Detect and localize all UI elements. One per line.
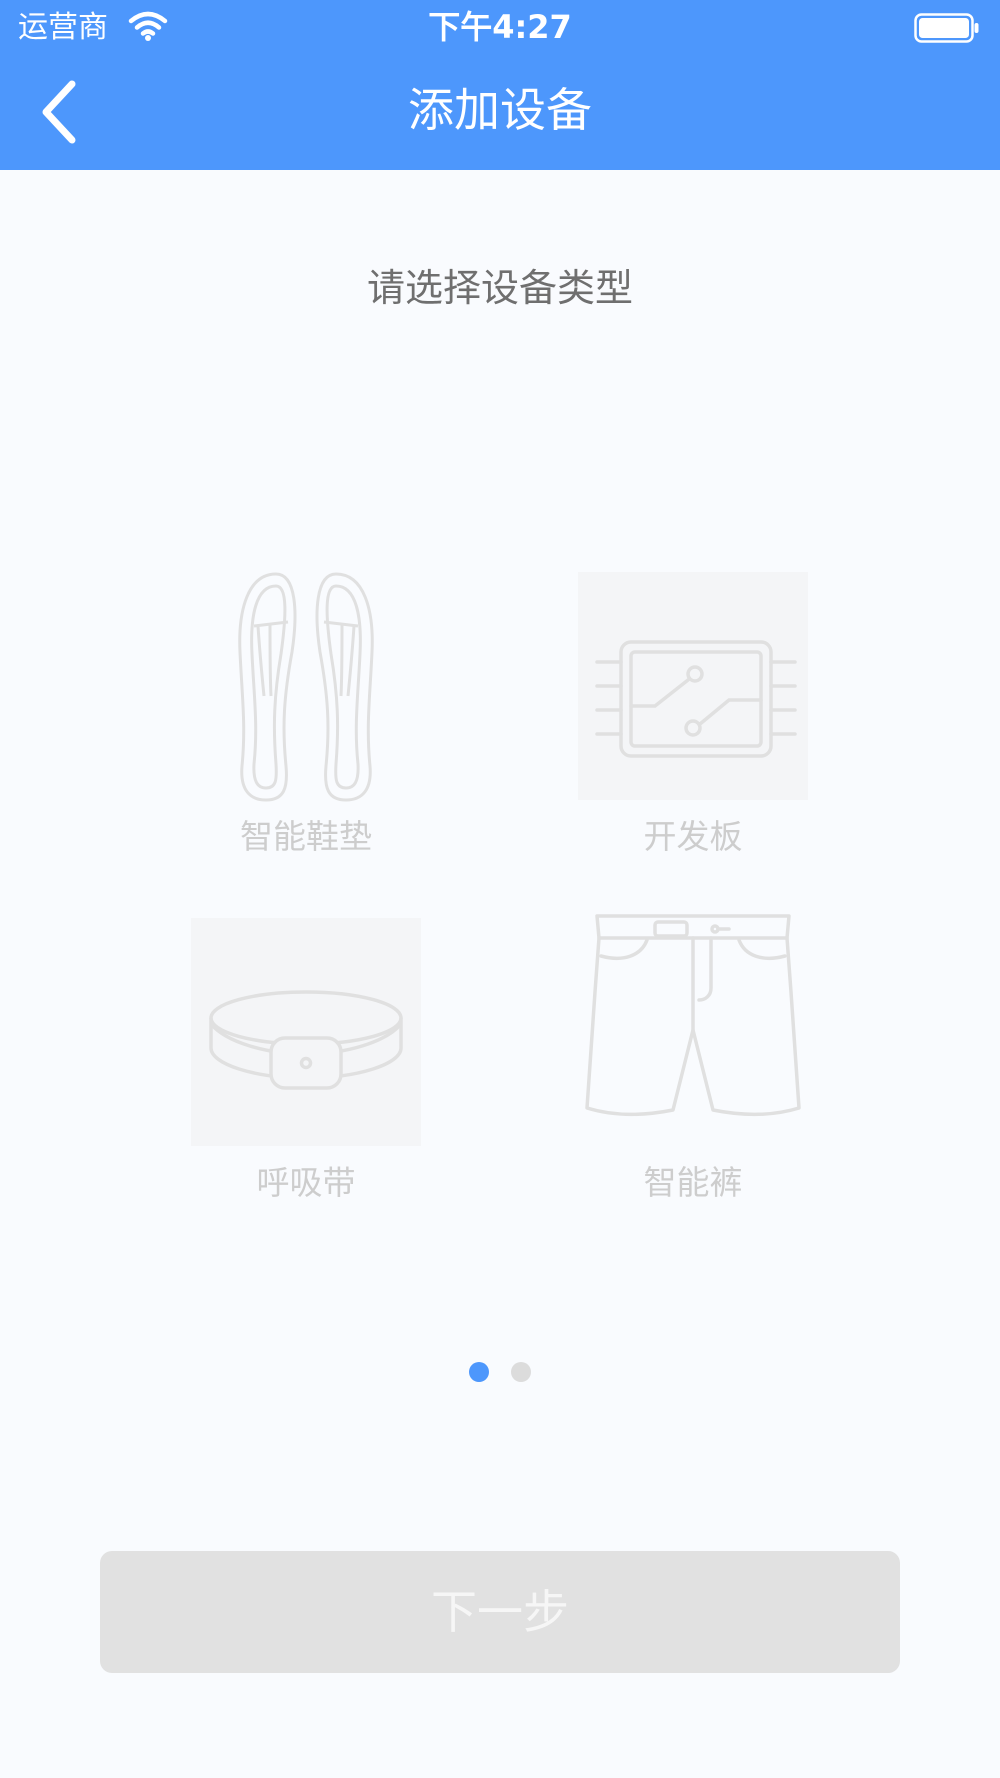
device-option-smart-shorts[interactable]: 智能裤	[563, 912, 823, 1212]
device-option-breathing-belt[interactable]: 呼吸带	[176, 912, 436, 1212]
status-bar: 运营商 下午4:27	[0, 0, 1000, 56]
device-label: 开发板	[643, 817, 743, 856]
top-bar: 运营商 下午4:27 添加设备	[0, 0, 1000, 170]
smart-shorts-icon	[585, 914, 801, 1116]
next-step-label: 下一步	[431, 1585, 569, 1639]
next-step-button[interactable]: 下一步	[100, 1551, 900, 1673]
circuit-board-icon	[578, 572, 808, 800]
page-indicator	[0, 1362, 1000, 1382]
device-option-dev-board[interactable]: 开发板	[563, 566, 823, 866]
battery-full-icon	[914, 13, 979, 43]
status-time: 下午4:27	[428, 8, 572, 46]
device-label: 智能鞋垫	[240, 817, 372, 856]
device-option-insoles[interactable]: 智能鞋垫	[176, 566, 436, 866]
page-dot-active[interactable]	[469, 1362, 489, 1382]
breathing-belt-icon	[191, 918, 421, 1146]
insoles-icon	[238, 572, 374, 802]
select-type-prompt: 请选择设备类型	[366, 266, 633, 310]
navigation-bar: 添加设备	[0, 56, 1000, 170]
device-label: 智能裤	[643, 1163, 743, 1202]
page-dot[interactable]	[511, 1362, 531, 1382]
page-title: 添加设备	[408, 83, 592, 137]
device-label: 呼吸带	[256, 1163, 356, 1202]
